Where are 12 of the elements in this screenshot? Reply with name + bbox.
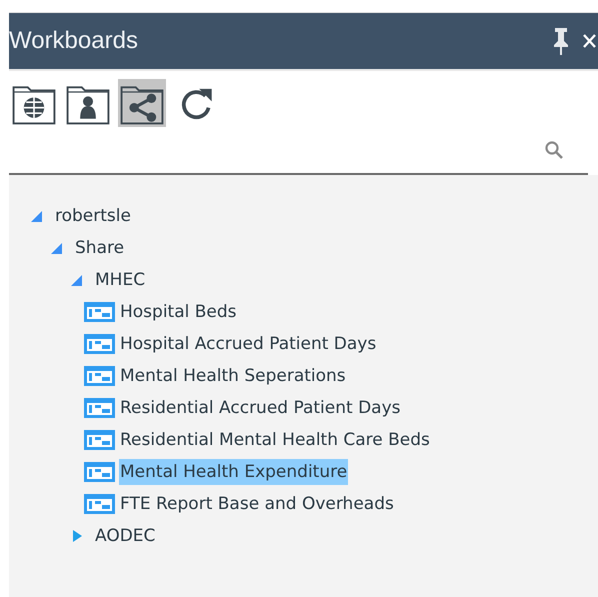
tree-item[interactable]: Residential Accrued Patient Days (119, 395, 402, 421)
folder-label[interactable]: AODEC (95, 526, 156, 546)
folder-label[interactable]: MHEC (95, 270, 146, 290)
tree-item[interactable]: FTE Report Base and Overheads (119, 491, 395, 517)
tree-item[interactable]: Mental Health Seperations (119, 363, 347, 389)
tree-item[interactable]: Hospital Beds (119, 299, 238, 325)
panel-title: Workboards (9, 27, 139, 55)
tree-item[interactable]: Residential Mental Health Care Beds (119, 427, 431, 453)
folder-label[interactable]: Share (75, 238, 124, 258)
tree-item[interactable]: Hospital Accrued Patient Days (119, 331, 378, 357)
folder-label[interactable]: robertsle (55, 206, 131, 226)
tree-item[interactable]: Mental Health Expenditure (119, 459, 348, 485)
